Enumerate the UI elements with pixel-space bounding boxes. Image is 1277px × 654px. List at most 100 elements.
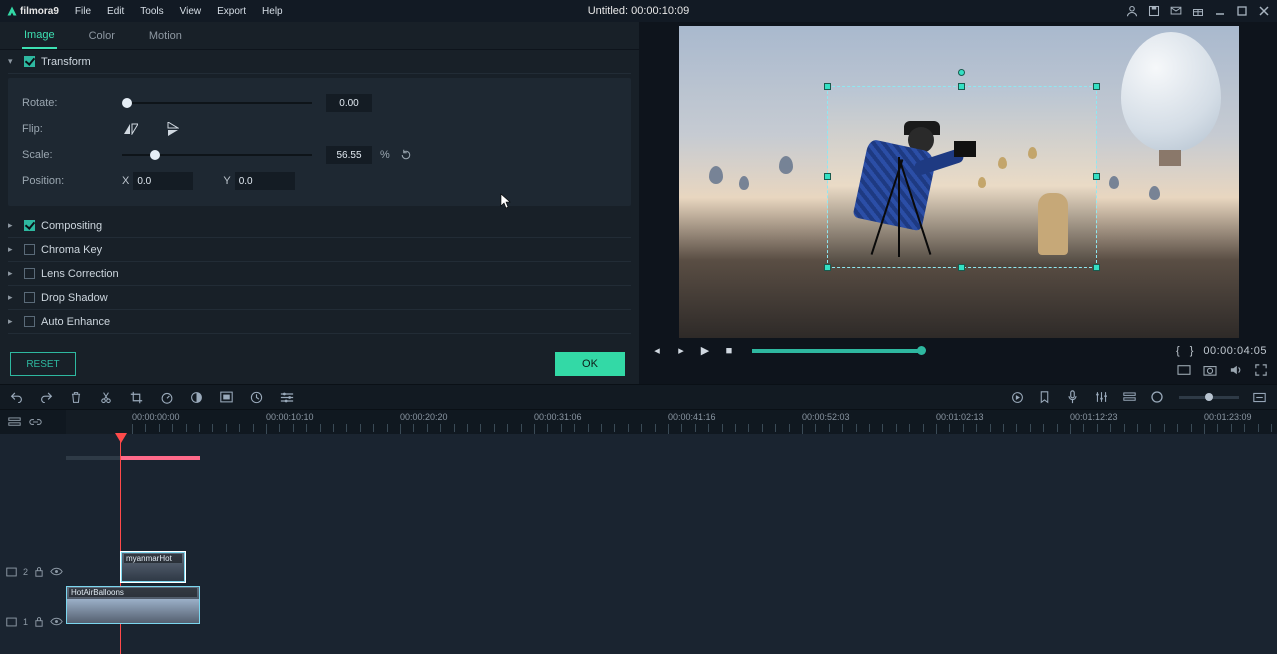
pos-y-field[interactable] — [235, 172, 295, 190]
ok-button[interactable]: OK — [555, 352, 625, 376]
render-icon[interactable] — [1011, 391, 1025, 404]
preview-progress[interactable] — [752, 349, 922, 353]
quality-icon[interactable] — [1177, 364, 1191, 384]
track-head-1[interactable]: 1 — [6, 616, 63, 627]
account-icon[interactable] — [1125, 4, 1139, 18]
mark-out-icon[interactable]: } — [1190, 345, 1194, 357]
mixer-icon[interactable] — [1095, 391, 1109, 403]
lock-icon[interactable] — [34, 566, 44, 577]
ruler-label: 00:01:02:13 — [936, 412, 984, 422]
fullscreen-icon[interactable] — [1255, 364, 1267, 384]
eye-icon[interactable] — [50, 567, 63, 576]
adjust-icon[interactable] — [280, 392, 294, 403]
link-icon[interactable] — [29, 416, 42, 428]
menu-export[interactable]: Export — [209, 6, 254, 17]
drop-checkbox[interactable] — [24, 292, 35, 303]
window-minimize[interactable] — [1213, 4, 1227, 18]
lock-icon[interactable] — [34, 616, 44, 627]
resize-handle-w[interactable] — [824, 173, 831, 180]
scale-slider[interactable] — [122, 148, 312, 162]
resize-handle-nw[interactable] — [824, 83, 831, 90]
window-maximize[interactable] — [1235, 4, 1249, 18]
transform-label: Transform — [41, 56, 91, 68]
chroma-checkbox[interactable] — [24, 244, 35, 255]
clip-track1[interactable]: HotAirBalloons — [66, 586, 200, 624]
menu-help[interactable]: Help — [254, 6, 291, 17]
pos-x-field[interactable] — [133, 172, 193, 190]
transform-checkbox[interactable] — [24, 56, 35, 67]
rotate-handle[interactable] — [958, 69, 965, 76]
delete-icon[interactable] — [70, 391, 84, 404]
split-icon[interactable] — [100, 391, 114, 404]
flip-vertical-icon[interactable] — [164, 121, 182, 137]
ruler-label: 00:01:12:23 — [1070, 412, 1118, 422]
section-compositing[interactable]: ▸ Compositing — [8, 214, 631, 238]
snapshot-icon[interactable] — [1203, 364, 1217, 384]
zoom-fit-icon[interactable] — [1253, 392, 1267, 403]
compositing-checkbox[interactable] — [24, 220, 35, 231]
duration-icon[interactable] — [250, 391, 264, 404]
menu-file[interactable]: File — [67, 6, 99, 17]
section-transform[interactable]: ▾ Transform — [8, 50, 631, 74]
lens-checkbox[interactable] — [24, 268, 35, 279]
menu-tools[interactable]: Tools — [132, 6, 171, 17]
reset-button[interactable]: RESET — [10, 352, 76, 376]
redo-icon[interactable] — [40, 391, 54, 403]
zoom-slider[interactable] — [1179, 396, 1239, 399]
auto-label: Auto Enhance — [41, 316, 110, 328]
timeline-toolbar — [0, 384, 1277, 410]
window-close[interactable] — [1257, 4, 1271, 18]
resize-handle-n[interactable] — [958, 83, 965, 90]
video-track-icon — [6, 567, 17, 577]
section-lens[interactable]: ▸ Lens Correction — [8, 262, 631, 286]
record-icon[interactable] — [1151, 391, 1165, 403]
clip2-label: myanmarHot — [124, 554, 182, 563]
video-track-icon — [6, 617, 17, 627]
color-icon[interactable] — [190, 391, 204, 404]
timeline-options-icon[interactable] — [8, 416, 21, 428]
clip-track2[interactable]: myanmarHot — [121, 552, 185, 582]
tab-image[interactable]: Image — [22, 23, 57, 49]
greenscreen-icon[interactable] — [220, 391, 234, 403]
auto-checkbox[interactable] — [24, 316, 35, 327]
message-icon[interactable] — [1169, 4, 1183, 18]
save-icon[interactable] — [1147, 4, 1161, 18]
range-bar[interactable] — [66, 456, 200, 460]
eye-icon[interactable] — [50, 617, 63, 626]
gift-icon[interactable] — [1191, 4, 1205, 18]
resize-handle-e[interactable] — [1093, 173, 1100, 180]
menu-view[interactable]: View — [172, 6, 210, 17]
preview-canvas[interactable] — [679, 26, 1239, 338]
section-chroma[interactable]: ▸ Chroma Key — [8, 238, 631, 262]
track-head-2[interactable]: 2 — [6, 566, 63, 577]
tab-motion[interactable]: Motion — [147, 24, 184, 48]
rotate-slider[interactable] — [122, 96, 312, 110]
resize-handle-se[interactable] — [1093, 264, 1100, 271]
prev-frame-icon[interactable]: ◂ — [650, 344, 664, 357]
tab-color[interactable]: Color — [87, 24, 117, 48]
volume-icon[interactable] — [1229, 364, 1243, 384]
track-manage-icon[interactable] — [1123, 391, 1137, 403]
scale-reset-icon[interactable] — [400, 149, 412, 161]
resize-handle-ne[interactable] — [1093, 83, 1100, 90]
mark-in-icon[interactable]: { — [1176, 345, 1180, 357]
section-auto[interactable]: ▸ Auto Enhance — [8, 310, 631, 334]
flip-horizontal-icon[interactable] — [122, 121, 140, 137]
scale-field[interactable] — [326, 146, 372, 164]
undo-icon[interactable] — [10, 391, 24, 403]
timeline-ruler[interactable]: 00:00:00:0000:00:10:1000:00:20:2000:00:3… — [132, 410, 1277, 434]
resize-handle-s[interactable] — [958, 264, 965, 271]
menu-edit[interactable]: Edit — [99, 6, 132, 17]
selection-box[interactable] — [827, 86, 1097, 268]
marker-icon[interactable] — [1039, 391, 1053, 404]
ruler-label: 00:00:00:00 — [132, 412, 180, 422]
crop-icon[interactable] — [130, 391, 144, 404]
speed-icon[interactable] — [160, 391, 174, 404]
stop-icon[interactable]: ■ — [722, 345, 736, 357]
play-icon[interactable]: ▶ — [698, 344, 712, 357]
rotate-field[interactable] — [326, 94, 372, 112]
resize-handle-sw[interactable] — [824, 264, 831, 271]
next-frame-icon[interactable]: ▸ — [674, 344, 688, 357]
section-drop[interactable]: ▸ Drop Shadow — [8, 286, 631, 310]
voiceover-icon[interactable] — [1067, 390, 1081, 404]
